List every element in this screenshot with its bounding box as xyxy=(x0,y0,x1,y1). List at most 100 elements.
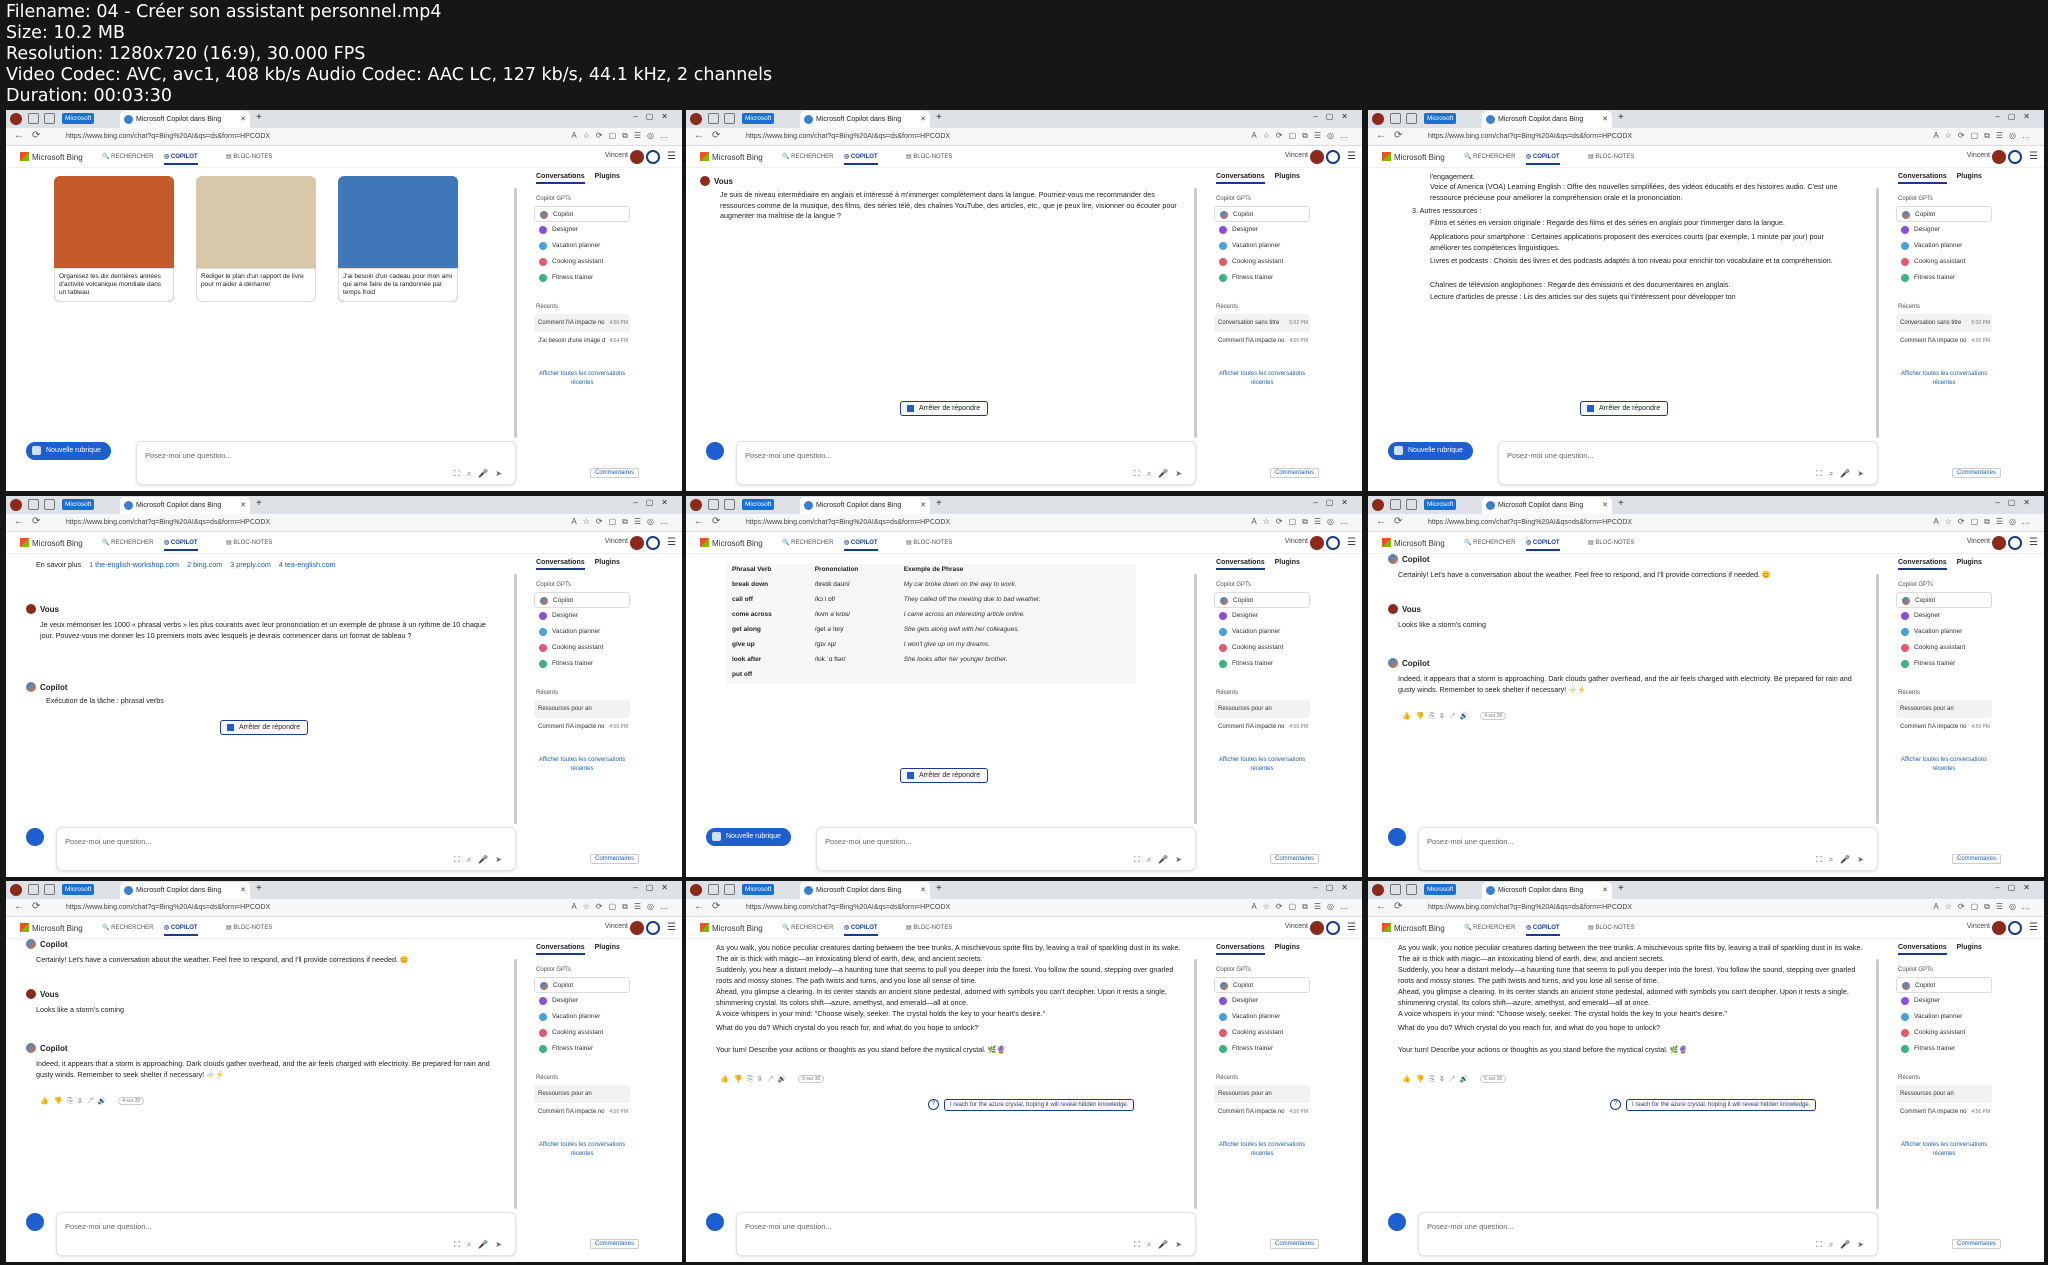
message-actions[interactable]: 👍👎⎘⇩↗🔊 4 sur 30 xyxy=(1402,712,1507,721)
gpt-item-designer[interactable]: Designer xyxy=(534,608,630,624)
rewards-icon[interactable] xyxy=(646,150,660,164)
hamburger-menu-icon[interactable]: ☰ xyxy=(1347,537,1356,548)
recent-item[interactable]: Ressources pour an xyxy=(1896,1085,1992,1103)
show-all-conversations-link[interactable]: Afficher toutes les conversations récent… xyxy=(534,756,630,774)
nav-copilot[interactable]: ◎ COPILOT xyxy=(844,539,878,551)
microsoft-tab[interactable]: Microsoft xyxy=(742,113,775,124)
profile-avatar[interactable] xyxy=(1372,113,1384,125)
back-icon[interactable]: ← xyxy=(1376,516,1386,527)
close-tab-icon[interactable]: ✕ xyxy=(920,111,926,128)
nav-copilot[interactable]: ◎ COPILOT xyxy=(164,153,198,165)
gpt-item-designer[interactable]: Designer xyxy=(1896,222,1992,238)
hamburger-menu-icon[interactable]: ☰ xyxy=(2029,151,2038,162)
workspaces-icon[interactable] xyxy=(28,499,39,510)
bing-logo[interactable]: Microsoft Bing xyxy=(700,152,763,162)
source-link[interactable]: 1 the-english-workshop.com xyxy=(89,560,179,569)
gpt-item-designer[interactable]: Designer xyxy=(1896,993,1992,1009)
refresh-icon[interactable]: ⟳ xyxy=(32,901,40,912)
refresh-icon[interactable]: ⟳ xyxy=(1394,130,1402,141)
recent-item[interactable]: Ressources pour an xyxy=(534,700,630,718)
new-tab-icon[interactable]: + xyxy=(1618,112,1624,123)
nav-notebook[interactable]: ▤ BLOC-NOTES xyxy=(906,924,952,931)
user-avatar[interactable] xyxy=(630,536,644,550)
nav-notebook[interactable]: ▤ BLOC-NOTES xyxy=(226,924,272,931)
feedback-button[interactable]: Commentaires xyxy=(1270,468,1320,478)
nav-copilot[interactable]: ◎ COPILOT xyxy=(844,153,878,165)
help-icon[interactable]: ? xyxy=(1610,1099,1621,1110)
gpt-item-designer[interactable]: Designer xyxy=(534,993,630,1009)
scrollbar[interactable] xyxy=(1194,574,1197,824)
browser-toolbar-icons[interactable]: A☆⟳▢⧉☰◎… xyxy=(571,902,674,912)
input-tools-icons[interactable]: ⛶⌕🎤➤ xyxy=(454,469,509,479)
active-tab[interactable]: Microsoft Copilot dans Bing ✕ xyxy=(1482,882,1612,899)
tab-conversations[interactable]: Conversations xyxy=(536,173,585,184)
prompt-card[interactable]: Rédiger le plan d'un rapport de livre po… xyxy=(196,176,316,302)
back-icon[interactable]: ← xyxy=(694,130,704,141)
source-text[interactable]: the-english-workshop.com xyxy=(95,560,179,569)
rewards-icon[interactable] xyxy=(2008,150,2022,164)
feedback-button[interactable]: Commentaires xyxy=(1270,1239,1320,1249)
gpt-item-vacation[interactable]: Vacation planner xyxy=(534,624,630,640)
user-avatar[interactable] xyxy=(630,150,644,164)
recent-item[interactable]: Conversation sans titre 5:02 PM xyxy=(1896,314,1992,332)
message-actions[interactable]: 👍👎⎘⇩↗🔊 5 sur 30 xyxy=(720,1075,825,1084)
microsoft-tab[interactable]: Microsoft xyxy=(62,113,95,124)
gpt-item-fitness[interactable]: Fitness trainer xyxy=(1896,656,1992,672)
nav-copilot[interactable]: ◎ COPILOT xyxy=(164,539,198,551)
message-actions[interactable]: 👍👎⎘⇩↗🔊 5 sur 30 xyxy=(1402,1075,1507,1084)
nav-search[interactable]: 🔍 RECHERCHER xyxy=(782,153,833,160)
url-field[interactable]: https://www.bing.com/chat?q=Bing%20AI&qs… xyxy=(66,517,416,529)
source-link[interactable]: 3 preply.com xyxy=(230,560,271,569)
microsoft-tab[interactable]: Microsoft xyxy=(62,499,95,510)
new-tab-icon[interactable]: + xyxy=(936,112,942,123)
input-tools-icons[interactable]: ⛶⌕🎤➤ xyxy=(454,1240,509,1250)
prompt-card[interactable]: J'ai besoin d'un cadeau pour mon ami qui… xyxy=(338,176,458,302)
url-field[interactable]: https://www.bing.com/chat?q=Bing%20AI&qs… xyxy=(746,902,1096,914)
active-tab[interactable]: Microsoft Copilot dans Bing ✕ xyxy=(120,882,250,899)
new-topic-icon[interactable] xyxy=(26,828,44,846)
scrollbar[interactable] xyxy=(1876,959,1879,1209)
gpt-item-designer[interactable]: Designer xyxy=(1214,222,1310,238)
tab-conversations[interactable]: Conversations xyxy=(536,944,585,955)
gpt-item-vacation[interactable]: Vacation planner xyxy=(1214,1009,1310,1025)
recent-item[interactable]: Comment l'IA impacte no 4:56 PM xyxy=(534,314,630,332)
workspaces-icon[interactable] xyxy=(1390,113,1401,124)
recent-item[interactable]: Ressources pour an xyxy=(534,1085,630,1103)
chat-input-field[interactable]: Posez-moi une question... xyxy=(65,1222,152,1231)
hamburger-menu-icon[interactable]: ☰ xyxy=(667,537,676,548)
scrollbar[interactable] xyxy=(1194,959,1197,1209)
window-controls[interactable]: –▢✕ xyxy=(1995,112,2038,121)
user-avatar[interactable] xyxy=(1310,536,1324,550)
workspaces-icon[interactable] xyxy=(28,113,39,124)
nav-notebook[interactable]: ▤ BLOC-NOTES xyxy=(1588,153,1634,160)
refresh-icon[interactable]: ⟳ xyxy=(712,516,720,527)
gpt-item-cooking[interactable]: Cooking assistant xyxy=(1896,1025,1992,1041)
profile-avatar[interactable] xyxy=(1372,884,1384,896)
nav-copilot[interactable]: ◎ COPILOT xyxy=(1526,924,1560,936)
workspaces-icon[interactable] xyxy=(1390,499,1401,510)
gpt-item-copilot[interactable]: Copilot xyxy=(1896,977,1992,993)
scrollbar[interactable] xyxy=(1876,574,1879,824)
feedback-button[interactable]: Commentaires xyxy=(590,468,640,478)
scrollbar[interactable] xyxy=(1876,188,1879,438)
close-tab-icon[interactable]: ✕ xyxy=(1602,497,1608,514)
chat-input-field[interactable]: Posez-moi une question... xyxy=(825,837,912,846)
nav-search[interactable]: 🔍 RECHERCHER xyxy=(782,539,833,546)
tab-plugins[interactable]: Plugins xyxy=(1275,173,1300,180)
microsoft-tab[interactable]: Microsoft xyxy=(1424,884,1457,895)
window-controls[interactable]: –▢✕ xyxy=(633,112,676,121)
gpt-item-fitness[interactable]: Fitness trainer xyxy=(534,656,630,672)
show-all-conversations-link[interactable]: Afficher toutes les conversations récent… xyxy=(1214,370,1310,388)
tab-plugins[interactable]: Plugins xyxy=(1957,559,1982,566)
active-tab[interactable]: Microsoft Copilot dans Bing ✕ xyxy=(1482,111,1612,128)
microsoft-tab[interactable]: Microsoft xyxy=(742,499,775,510)
message-actions[interactable]: 👍👎⎘⇩↗🔊 4 sur 30 xyxy=(40,1097,145,1106)
new-topic-button[interactable]: Nouvelle rubrique xyxy=(26,442,111,460)
nav-notebook[interactable]: ▤ BLOC-NOTES xyxy=(226,539,272,546)
close-tab-icon[interactable]: ✕ xyxy=(1602,111,1608,128)
show-all-conversations-link[interactable]: Afficher toutes les conversations récent… xyxy=(1896,756,1992,774)
tab-actions-icon[interactable] xyxy=(1406,884,1417,895)
nav-notebook[interactable]: ▤ BLOC-NOTES xyxy=(906,539,952,546)
gpt-item-copilot[interactable]: Copilot xyxy=(534,592,630,608)
gpt-item-vacation[interactable]: Vacation planner xyxy=(534,238,630,254)
